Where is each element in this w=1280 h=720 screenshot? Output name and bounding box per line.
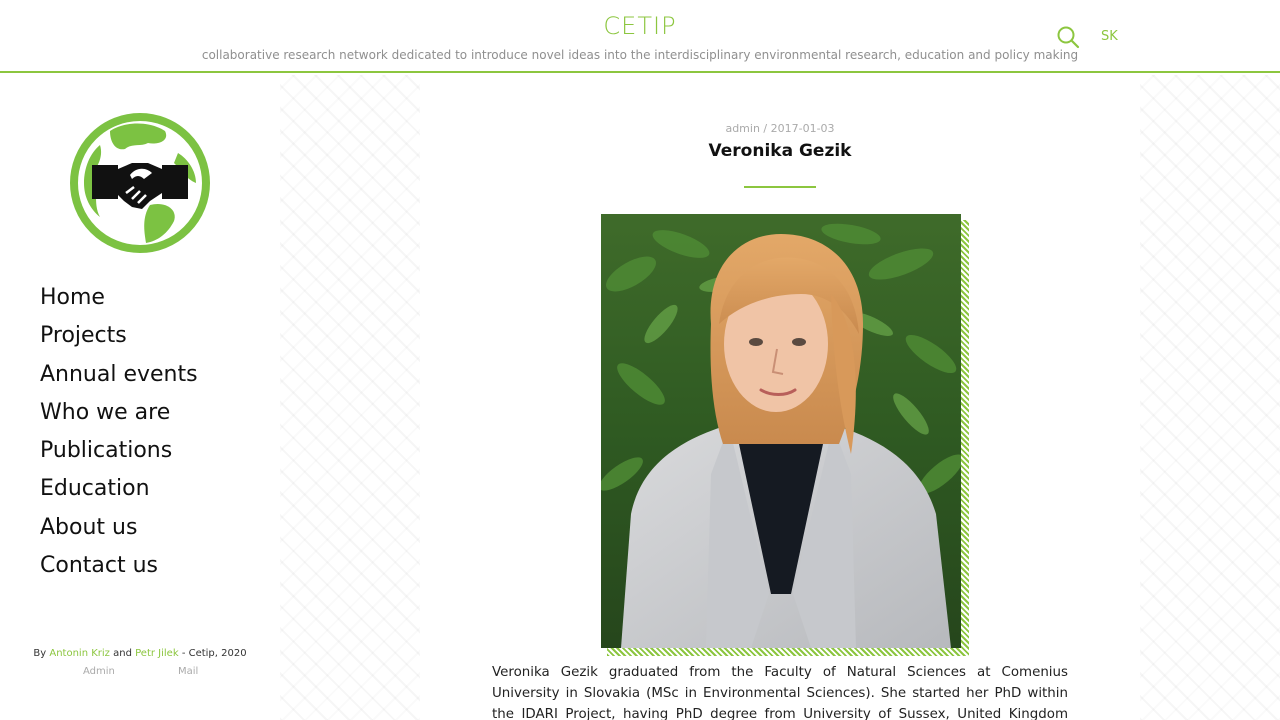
nav-link-about-us[interactable]: About us — [40, 515, 137, 540]
sidebar: Home Projects Annual events Who we are P… — [0, 75, 280, 720]
nav-link-who-we-are[interactable]: Who we are — [40, 400, 170, 425]
nav-item-contact-us[interactable]: Contact us — [40, 550, 198, 588]
nav-link-education[interactable]: Education — [40, 476, 150, 501]
post-body: Veronika Gezik graduated from the Facult… — [492, 665, 1068, 720]
nav-link-home[interactable]: Home — [40, 285, 105, 310]
credits-suffix: - Cetip, 2020 — [181, 648, 247, 659]
background-pattern-right — [1140, 75, 1280, 720]
nav-item-about-us[interactable]: About us — [40, 512, 198, 550]
search-icon[interactable] — [1055, 24, 1081, 50]
language-switch-link[interactable]: SK — [1101, 29, 1118, 44]
site-title[interactable]: CETIP — [0, 12, 1280, 40]
nav-item-who-we-are[interactable]: Who we are — [40, 397, 198, 435]
main-navigation: Home Projects Annual events Who we are P… — [40, 282, 198, 588]
sidebar-footer-credits: By Antonin Kriz and Petr Jilek - Cetip, … — [0, 648, 280, 659]
credits-by: By — [33, 648, 47, 659]
author-link-petr-jilek[interactable]: Petr Jilek — [135, 648, 179, 659]
credits-and: and — [113, 648, 132, 659]
nav-item-annual-events[interactable]: Annual events — [40, 359, 198, 397]
nav-item-education[interactable]: Education — [40, 473, 198, 511]
post-title: Veronika Gezik — [708, 141, 852, 161]
admin-link[interactable]: Admin — [83, 666, 115, 677]
site-header: CETIP collaborative research network ded… — [0, 0, 1280, 73]
background-pattern-left — [280, 75, 420, 720]
nav-item-publications[interactable]: Publications — [40, 435, 198, 473]
nav-item-home[interactable]: Home — [40, 282, 198, 320]
post-meta: admin / 2017-01-03 — [725, 122, 835, 135]
title-divider — [744, 186, 816, 188]
portrait-photo — [601, 214, 961, 648]
nav-link-projects[interactable]: Projects — [40, 323, 127, 348]
site-tagline: collaborative research network dedicated… — [201, 48, 1079, 62]
nav-link-contact-us[interactable]: Contact us — [40, 553, 158, 578]
post-photo — [601, 214, 969, 656]
nav-item-projects[interactable]: Projects — [40, 320, 198, 358]
mail-link[interactable]: Mail — [178, 666, 198, 677]
author-link-antonin-kriz[interactable]: Antonin Kriz — [49, 648, 110, 659]
nav-link-annual-events[interactable]: Annual events — [40, 362, 198, 387]
site-logo[interactable] — [70, 113, 210, 253]
nav-link-publications[interactable]: Publications — [40, 438, 172, 463]
